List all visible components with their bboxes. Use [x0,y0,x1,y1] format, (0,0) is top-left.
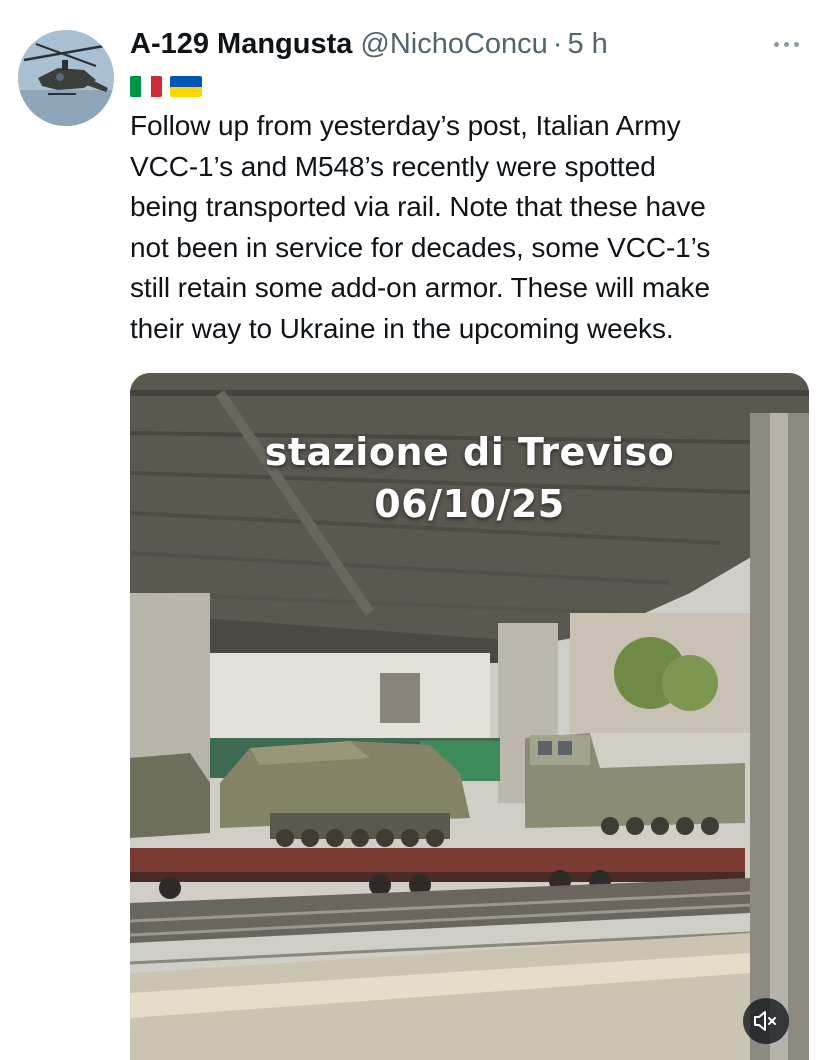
tweet-text: Follow up from yesterday’s post, Italian… [130,106,810,350]
tweet-header: A-129 Mangusta @NichoConcu · 5 h [130,26,810,62]
avatar[interactable] [18,30,114,126]
video-overlay-location: stazione di Treviso [264,430,675,474]
tweet[interactable]: A-129 Mangusta @NichoConcu · 5 h Follow … [0,0,828,1060]
display-name[interactable]: A-129 Mangusta [130,26,352,62]
video-overlay-date: 06/10/25 [374,482,565,526]
tweet-text-line: their way to Ukraine in the upcoming wee… [130,312,674,344]
tweet-content: A-129 Mangusta @NichoConcu · 5 h Follow … [130,26,810,350]
helicopter-avatar-image [18,30,114,126]
tweet-text-line: Follow up from yesterday’s post, Italian… [130,110,681,141]
mute-button[interactable] [743,998,789,1044]
tweet-text-line: VCC-1’s and M548’s recently were spotted [130,150,656,182]
video-player[interactable]: stazione di Treviso 06/10/25 [130,373,809,1060]
tweet-text-line: being transported via rail. Note that th… [130,191,706,223]
italy-flag-icon [130,76,162,97]
video-frame-image [130,373,809,1060]
ukraine-flag-icon [170,76,202,97]
timestamp[interactable]: 5 h [567,26,607,62]
user-handle[interactable]: @NichoConcu [360,26,547,62]
tweet-text-line: still retain some add-on armor. These wi… [130,272,710,304]
volume-muted-icon [754,1011,776,1031]
tweet-text-line: not been in service for decades, some VC… [130,231,711,263]
bio-flags [130,76,810,98]
separator: · [552,28,563,60]
